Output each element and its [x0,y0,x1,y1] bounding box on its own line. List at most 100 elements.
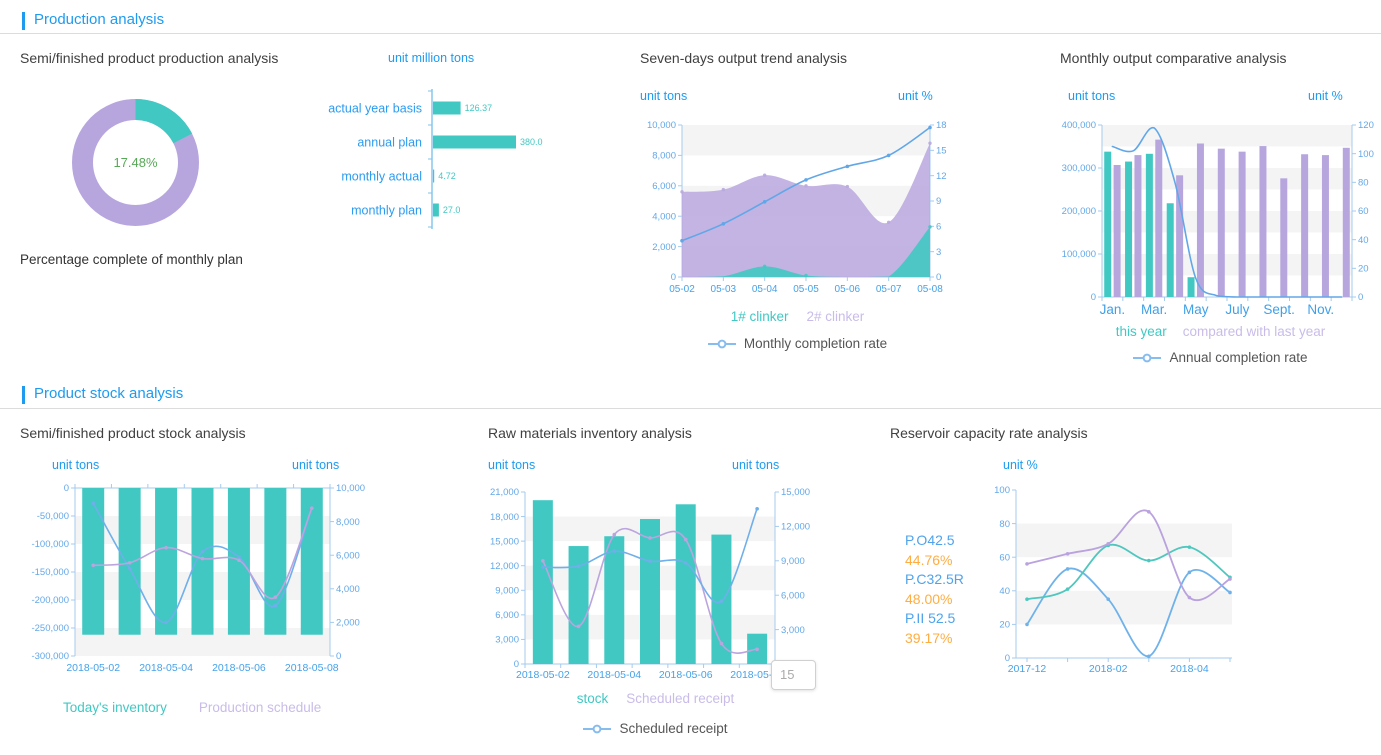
svg-text:2017-12: 2017-12 [1008,663,1047,675]
svg-text:3,000: 3,000 [495,635,519,646]
svg-text:monthly plan: monthly plan [351,204,422,218]
svg-text:380.0: 380.0 [520,137,543,147]
line-legend-icon [583,724,611,734]
svg-text:4,000: 4,000 [652,211,676,222]
svg-text:300,000: 300,000 [1062,163,1096,174]
svg-text:21,000: 21,000 [490,487,519,498]
section-accent-bar [22,386,25,404]
svg-text:12,000: 12,000 [490,561,519,572]
svg-text:4.72: 4.72 [438,171,456,181]
svg-text:05-04: 05-04 [752,284,778,295]
raw-legend: stock Scheduled receipt [488,691,823,706]
svg-text:2,000: 2,000 [336,618,360,629]
legend-item-todays-inventory[interactable]: Today's inventory [63,700,167,715]
svg-text:0: 0 [1358,292,1363,303]
legend-item-last-year[interactable]: compared with last year [1183,324,1326,339]
metric-value-pii525: 39.17% [905,629,964,649]
svg-text:0: 0 [671,272,676,283]
svg-text:Mar.: Mar. [1141,302,1167,317]
svg-text:05-07: 05-07 [876,284,902,295]
svg-text:100: 100 [994,485,1010,496]
svg-text:May: May [1183,302,1209,317]
svg-text:200,000: 200,000 [1062,206,1096,217]
svg-text:100: 100 [1358,149,1374,160]
legend-item-scheduled-receipt[interactable]: Scheduled receipt [626,691,734,706]
svg-text:20: 20 [999,620,1010,631]
raw-line-legend[interactable]: Scheduled receipt [488,721,823,736]
panel-title-monthly-output: Monthly output comparative analysis [1060,50,1286,66]
semi-finished-stock-chart[interactable]: -300,000-250,000-200,000-150,000-100,000… [20,480,475,685]
svg-text:4,000: 4,000 [336,584,360,595]
panel-title-reservoir: Reservoir capacity rate analysis [890,425,1088,441]
legend-item-1-clinker[interactable]: 1# clinker [731,309,789,324]
line-legend-label: Monthly completion rate [744,336,887,351]
line-legend-label: Annual completion rate [1169,350,1307,365]
svg-text:Nov.: Nov. [1307,302,1334,317]
seven-days-line-legend[interactable]: Monthly completion rate [640,336,955,351]
svg-text:05-06: 05-06 [835,284,861,295]
svg-text:2018-05-06: 2018-05-06 [212,662,266,674]
svg-text:0: 0 [936,272,941,283]
line-legend-icon [1133,353,1161,363]
svg-text:126.37: 126.37 [465,103,493,113]
svg-text:-100,000: -100,000 [31,539,69,550]
unit-label-tons-left: unit tons [488,458,535,472]
svg-text:0: 0 [336,651,341,662]
svg-text:monthly actual: monthly actual [341,170,422,184]
legend-item-2-clinker[interactable]: 2# clinker [807,309,865,324]
svg-text:2018-05-06: 2018-05-06 [659,669,713,681]
svg-text:05-08: 05-08 [917,284,943,295]
svg-text:15,000: 15,000 [781,487,810,498]
section-accent-bar [22,12,25,30]
svg-text:80: 80 [1358,178,1369,189]
unit-label-tons-left: unit tons [640,89,687,103]
svg-text:6: 6 [936,222,941,233]
svg-text:Jan.: Jan. [1100,302,1126,317]
svg-text:12,000: 12,000 [781,522,810,533]
monthly-plan-donut-chart[interactable]: 17.48% [63,90,208,235]
svg-text:3,000: 3,000 [781,625,805,636]
svg-text:05-05: 05-05 [793,284,819,295]
stock-legend: Today's inventory Production schedule [63,700,321,715]
svg-text:-200,000: -200,000 [31,595,69,606]
svg-text:6,000: 6,000 [495,610,519,621]
axis-pointer-tooltip: 15 [771,660,816,690]
unit-label-tons-left: unit tons [52,458,99,472]
legend-item-production-schedule[interactable]: Production schedule [199,700,321,715]
metric-label-po425: P.O42.5 [905,531,964,551]
section-title-production: Production analysis [34,11,164,28]
legend-item-stock[interactable]: stock [577,691,609,706]
svg-text:July: July [1225,302,1249,317]
svg-text:2018-04: 2018-04 [1170,663,1209,675]
svg-text:12: 12 [936,171,947,182]
legend-item-this-year[interactable]: this year [1116,324,1167,339]
donut-caption: Percentage complete of monthly plan [20,252,243,267]
svg-text:400,000: 400,000 [1062,120,1096,131]
svg-text:27.0: 27.0 [443,205,461,215]
svg-text:9: 9 [936,196,941,207]
unit-label-tons-left: unit tons [1068,89,1115,103]
svg-text:60: 60 [999,552,1010,563]
svg-text:18: 18 [936,120,947,131]
svg-text:-150,000: -150,000 [31,567,69,578]
svg-text:18,000: 18,000 [490,512,519,523]
seven-days-output-chart[interactable]: 02,0004,0006,0008,00010,000036912151805-… [640,110,955,305]
line-legend-label: Scheduled receipt [619,721,727,736]
svg-text:15,000: 15,000 [490,536,519,547]
unit-label-percent-right: unit % [898,89,933,103]
monthly-line-legend[interactable]: Annual completion rate [1060,350,1381,365]
svg-text:40: 40 [1358,235,1369,246]
svg-text:17.48%: 17.48% [113,155,158,170]
svg-text:6,000: 6,000 [336,550,360,561]
svg-text:0: 0 [64,483,69,494]
svg-text:2018-05-04: 2018-05-04 [587,669,641,681]
svg-text:Sept.: Sept. [1263,302,1295,317]
monthly-output-chart[interactable]: 0100,000200,000300,000400,00002040608010… [1060,110,1381,322]
svg-text:05-02: 05-02 [669,284,695,295]
svg-text:2018-05-04: 2018-05-04 [139,662,193,674]
monthly-legend: this year compared with last year [1060,324,1381,339]
svg-text:-300,000: -300,000 [31,651,69,662]
production-plan-bar-chart[interactable]: actual year basis126.37annual plan380.0m… [300,85,625,235]
raw-materials-chart[interactable]: 03,0006,0009,00012,00015,00018,00021,000… [488,480,823,690]
svg-text:9,000: 9,000 [781,556,805,567]
